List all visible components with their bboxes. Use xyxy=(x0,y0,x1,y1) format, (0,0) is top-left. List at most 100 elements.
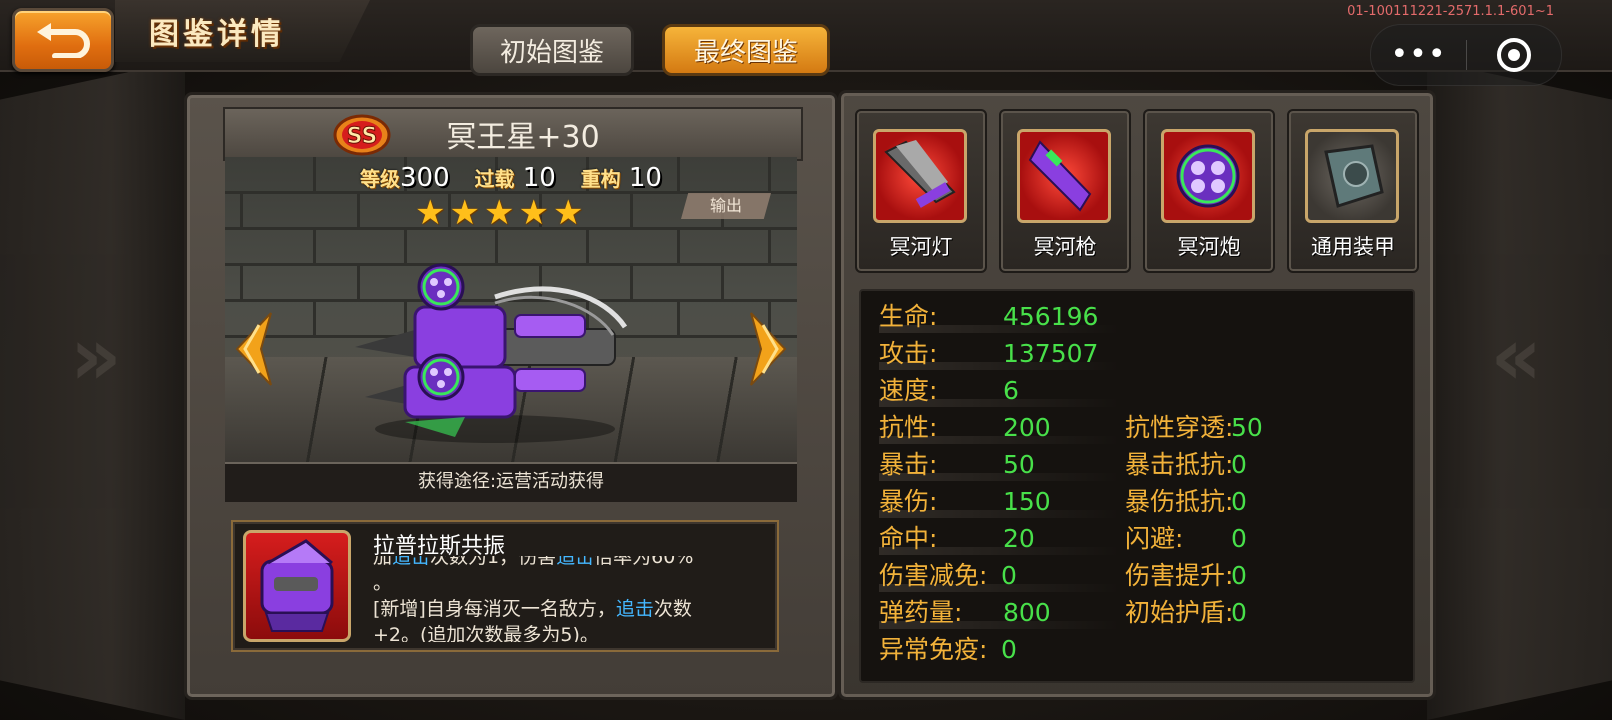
stat-row: 生命: 456196 xyxy=(861,299,1413,335)
unit-level-line: 等级300 过载 10 重构 10 xyxy=(225,163,797,193)
star-icon: ★ xyxy=(415,193,446,233)
skill-desc-text: [新增]自身每消灭一名敌方， xyxy=(373,598,616,620)
star-icon: ★ xyxy=(449,193,480,233)
laplace-resonance-skill-icon[interactable] xyxy=(243,530,351,642)
stat-label-attack: 攻击: xyxy=(879,339,938,368)
stat-label-crit-dmg: 暴伤: xyxy=(879,487,938,516)
stat-row: 暴击: 50 暴击抵抗: 0 xyxy=(861,447,1413,483)
skill-desc-text: 倍率为60% xyxy=(594,556,694,568)
stat-label-initial-shield: 初始护盾: xyxy=(1125,598,1234,627)
top-bar: 图鉴详情 初始图鉴 最终图鉴 01-100111221-2571.1.1-601… xyxy=(0,0,1612,86)
rebuild-label: 重构 xyxy=(580,167,621,191)
stat-label-crit: 暴击: xyxy=(879,450,938,479)
right-decor-panel: » xyxy=(1427,60,1612,720)
stat-label-speed: 速度: xyxy=(879,376,938,405)
star-rating: ★ ★ ★ ★ ★ xyxy=(415,195,583,231)
skill-desc-line-dot: 。 xyxy=(373,572,393,594)
back-arrow-icon xyxy=(37,23,90,58)
stat-value-dmg-boost: 0 xyxy=(1231,561,1247,590)
equip-slot-styx-cannon[interactable]: 冥河炮 xyxy=(1143,109,1275,273)
stat-label-dmg-boost: 伤害提升: xyxy=(1125,561,1234,590)
styx-gun-art xyxy=(1028,140,1092,212)
more-options-button[interactable]: ••• xyxy=(1371,25,1466,85)
chevron-decor-icon: » xyxy=(1490,310,1542,403)
overload-label: 过载 xyxy=(474,167,515,191)
unit-showcase: 等级300 过载 10 重构 10 ★ ★ ★ ★ ★ 输出 xyxy=(225,157,797,462)
page-title-plate: 图鉴详情 xyxy=(115,0,370,62)
back-button[interactable] xyxy=(12,8,114,72)
rank-badge-text: SS xyxy=(347,124,378,149)
stat-row: 伤害减免: 0 伤害提升: 0 xyxy=(861,558,1413,594)
tab-initial-codex[interactable]: 初始图鉴 xyxy=(470,24,634,76)
acquisition-source: 获得途径:运营活动获得 xyxy=(225,462,797,502)
left-decor-panel: » xyxy=(0,60,185,720)
equip-label: 通用装甲 xyxy=(1311,235,1395,259)
skill-panel: 拉普拉斯共振 加追击次数为1，伤害追击倍率为60% 。 [新增]自身每消灭一名敌… xyxy=(231,520,779,652)
skill-desc-text: 加追击次数为1，伤害追击倍率为60% 。 [新增]自身每消灭一名敌方，追击次数 … xyxy=(373,556,765,642)
star-icon: ★ xyxy=(483,193,515,233)
stat-label-crit-dmg-res: 暴伤抵抗: xyxy=(1125,487,1234,516)
stat-value-dmg-reduction: 0 xyxy=(1001,561,1017,590)
stat-value-attack: 137507 xyxy=(1003,339,1099,368)
ss-rank-badge-icon: SS xyxy=(333,114,391,156)
stat-value-crit-dmg-res: 0 xyxy=(1231,487,1247,516)
stat-value-resistance-pen: 50 xyxy=(1231,413,1263,442)
skill-desc-text: 次数为1，伤害 xyxy=(430,556,557,568)
skill-desc-line-3: +2。(追加次数最多为5)。 xyxy=(373,624,599,642)
skill-description: 加追击次数为1，伤害追击倍率为60% 。 [新增]自身每消灭一名敌方，追击次数 … xyxy=(373,556,765,642)
build-id-text: 01-100111221-2571.1.1-601~1 xyxy=(1347,4,1554,19)
skill-desc-text: 加 xyxy=(373,556,393,568)
stat-value-dodge: 0 xyxy=(1231,524,1247,553)
skill-desc-text: 次数 xyxy=(653,598,692,620)
stat-row: 攻击: 137507 xyxy=(861,336,1413,372)
skill-keyword: 追击 xyxy=(615,598,654,620)
pluto-mech-unit-image xyxy=(355,263,628,443)
general-armor-icon xyxy=(1305,129,1399,223)
skill-mech-icon xyxy=(260,539,334,632)
unit-name-banner: SS 冥王星+30 xyxy=(223,107,803,161)
previous-unit-arrow-icon[interactable] xyxy=(231,311,275,387)
styx-lamp-icon xyxy=(873,129,967,223)
level-value: 300 xyxy=(400,163,450,193)
styx-gun-icon xyxy=(1017,129,1111,223)
unit-panel: SS 冥王星+30 等级300 过载 10 重构 10 ★ ★ ★ ★ ★ 输出… xyxy=(184,92,838,700)
equip-slot-styx-lamp[interactable]: 冥河灯 xyxy=(855,109,987,273)
screen: » » 图鉴详情 初始图鉴 最终图鉴 01-100111221-2571.1.1… xyxy=(0,0,1612,720)
styx-cannon-icon xyxy=(1161,129,1255,223)
stat-row: 抗性: 200 抗性穿透: 50 xyxy=(861,410,1413,446)
unit-name: 冥王星+30 xyxy=(446,120,600,155)
stat-label-resistance: 抗性: xyxy=(879,413,938,442)
stat-value-status-immunity: 0 xyxy=(1001,635,1017,664)
stat-label-resistance-pen: 抗性穿透: xyxy=(1125,413,1234,442)
equip-label: 冥河枪 xyxy=(1033,235,1097,259)
skill-keyword: 追击 xyxy=(392,556,431,568)
level-label: 等级 xyxy=(360,167,401,191)
equip-slot-styx-gun[interactable]: 冥河枪 xyxy=(999,109,1131,273)
stat-value-ammo: 800 xyxy=(1003,598,1051,627)
equip-label: 冥河灯 xyxy=(889,235,953,259)
stat-label-dodge: 闪避: xyxy=(1125,524,1184,553)
stat-row: 暴伤: 150 暴伤抵抗: 0 xyxy=(861,484,1413,520)
tab-final-codex[interactable]: 最终图鉴 xyxy=(662,24,830,76)
stat-row: 异常免疫: 0 xyxy=(861,632,1413,668)
page-title: 图鉴详情 xyxy=(149,17,285,52)
overload-value: 10 xyxy=(522,163,556,193)
stat-label-ammo: 弹药量: xyxy=(879,598,963,627)
stat-label-crit-res: 暴击抵抗: xyxy=(1125,450,1234,479)
stat-label-dmg-reduction: 伤害减免: xyxy=(879,561,988,590)
stats-panel: 冥河灯 冥河枪 冥河炮 通用装甲 生命: 456196 攻击: 137507 速… xyxy=(838,90,1436,700)
stat-value-hp: 456196 xyxy=(1003,302,1099,331)
equip-label: 冥河炮 xyxy=(1177,235,1241,259)
stat-label-hp: 生命: xyxy=(879,302,938,331)
star-icon: ★ xyxy=(552,193,584,233)
styx-lamp-art xyxy=(884,140,956,208)
stat-row: 弹药量: 800 初始护盾: 0 xyxy=(861,595,1413,631)
equipment-row: 冥河灯 冥河枪 冥河炮 通用装甲 xyxy=(855,109,1419,273)
next-unit-arrow-icon[interactable] xyxy=(747,311,791,387)
close-target-button[interactable] xyxy=(1467,36,1561,74)
general-armor-art xyxy=(1324,144,1384,208)
star-icon: ★ xyxy=(518,193,549,233)
stat-label-status-immunity: 异常免疫: xyxy=(879,635,988,664)
skill-keyword: 追击 xyxy=(556,556,595,568)
equip-slot-general-armor[interactable]: 通用装甲 xyxy=(1287,109,1419,273)
